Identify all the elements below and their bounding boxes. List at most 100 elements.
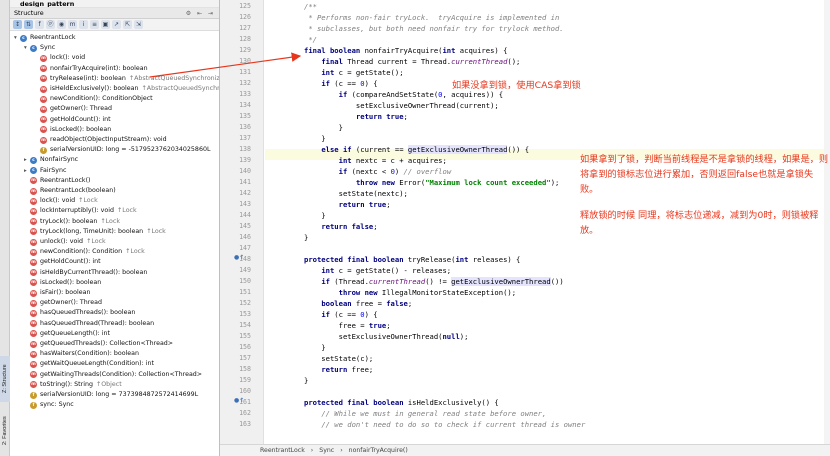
structure-toolbar-button[interactable]: ⇱ [123,20,132,29]
tree-item[interactable]: m newCondition(): ConditionObject [10,94,153,104]
breadcrumb-item[interactable]: ReentrantLock [260,447,305,454]
tree-item[interactable]: m toString(): String ↑Object [10,380,122,390]
code-line[interactable]: final Thread current = Thread.currentThr… [304,56,520,67]
tree-item-origin: ↑Object [95,380,122,388]
tree-item[interactable]: m isFair(): boolean [10,288,90,298]
tree-item[interactable]: m lockInterruptibly(): void ↑Lock [10,206,137,216]
code-line[interactable]: throw new IllegalMonitorStateException()… [304,287,516,298]
code-line[interactable]: return true; [304,111,408,122]
tree-item[interactable]: f sync: Sync [10,400,74,410]
tree-item[interactable]: m isLocked(): boolean [10,278,101,288]
tree-item[interactable]: m hasWaiters(Condition): boolean [10,349,139,359]
structure-toolbar-button[interactable]: m [68,20,77,29]
tree-item[interactable]: m tryRelease(int): boolean ↑AbstractQueued… [10,74,219,84]
structure-toolbar-button[interactable]: f [35,20,44,29]
structure-toolbar-button[interactable]: i [79,20,88,29]
code-line[interactable]: free = true; [304,320,391,331]
class-icon: c [30,167,37,175]
code-line[interactable]: if (c == 0) { [304,78,377,89]
code-line[interactable]: return true; [304,199,391,210]
code-line[interactable]: } [304,122,343,133]
code-line[interactable]: */ [304,34,317,45]
code-line[interactable]: if (Thread.currentThread() != getExclusi… [304,276,564,287]
tree-item[interactable]: m lock(): void ↑Lock [10,196,98,206]
tree-item[interactable]: m isHeldByCurrentThread(): boolean [10,268,147,278]
tree-item[interactable]: m hasQueuedThreads(): boolean [10,308,135,318]
code-line[interactable]: } [304,133,325,144]
tree-item[interactable]: m tryLock(): boolean ↑Lock [10,217,120,227]
tree-item[interactable]: m isHeldExclusively(): boolean ↑AbstractQu… [10,84,219,94]
code-line[interactable]: throw new Error("Maximum lock count exce… [304,177,559,188]
tree-item[interactable]: m readObject(ObjectInputStream): void [10,135,167,145]
tree-item[interactable]: m nonfairTryAcquire(int): boolean [10,63,148,74]
code-line[interactable]: setState(c); [304,353,373,364]
tree-item[interactable]: m getWaitQueueLength(Condition): int [10,359,154,369]
structure-toolbar-button[interactable]: ⇅ [24,20,33,29]
tree-item[interactable]: ▾ c Sync [10,43,55,53]
override-marker-icon[interactable]: ●↑ [234,397,244,404]
code-line[interactable]: setExclusiveOwnerThread(current); [304,100,499,111]
tree-item[interactable]: m getHoldCount(): int [10,257,101,267]
code-line[interactable]: int c = getState() - releases; [304,265,451,276]
favorites-side-tab[interactable]: 2: Favorites [0,410,10,452]
structure-toolbar-button[interactable]: ↕ [13,20,22,29]
code-line[interactable]: } [304,232,308,243]
code-line[interactable]: } [304,210,325,221]
panel-settings-icon[interactable]: ⚙ ⇤ ⇥ [186,8,219,18]
tree-item[interactable]: ▾ c ReentrantLock [10,33,76,43]
project-row[interactable]: design_pattern [10,0,219,8]
tree-item[interactable]: m getWaitingThreads(Condition): Collectio… [10,370,202,380]
code-line[interactable]: if (c == 0) { [304,309,377,320]
structure-toolbar-button[interactable]: ⇲ [134,20,143,29]
structure-toolbar-button[interactable]: ≡ [90,20,99,29]
code-line[interactable]: if (nextc < 0) // overflow [304,166,452,177]
tree-item[interactable]: m getQueueLength(): int [10,329,110,339]
structure-toolbar-button[interactable]: ↗ [112,20,121,29]
structure-toolbar-button[interactable]: ◉ [57,20,66,29]
code-line[interactable]: * Performs non-fair tryLock. tryAcquire … [304,12,559,23]
field-icon: f [30,401,37,409]
breadcrumb-item[interactable]: nonfairTryAcquire() [349,447,408,454]
structure-toolbar-button[interactable]: ▣ [101,20,110,29]
breadcrumb-bar: ReentrantLock › Sync › nonfairTryAcquire() [220,444,830,456]
breadcrumb-item[interactable]: Sync [319,447,334,454]
code-line[interactable]: * subclasses, but both need nonfair try … [304,23,563,34]
code-line[interactable]: return free; [304,364,373,375]
tree-item[interactable]: m unlock(): void ↑Lock [10,237,106,247]
code-line[interactable]: setExclusiveOwnerThread(null); [304,331,469,342]
code-line[interactable]: // we don't need to do so to check if cu… [304,419,585,430]
structure-toolbar-button[interactable]: ⓟ [46,20,55,29]
code-line[interactable]: return false; [304,221,377,232]
tree-item[interactable]: m ReentrantLock() [10,176,90,186]
tree-item[interactable]: m getQueuedThreads(): Collection<Thread> [10,339,173,349]
code-line[interactable]: protected final boolean isHeldExclusivel… [304,397,499,408]
code-line[interactable]: boolean free = false; [304,298,412,309]
tree-item[interactable]: m tryLock(long, TimeUnit): boolean ↑Lock [10,227,166,237]
code-line[interactable]: final boolean nonfairTryAcquire(int acqu… [304,45,507,56]
code-line[interactable]: int nextc = c + acquires; [304,155,447,166]
code-line[interactable]: } [304,342,325,353]
code-line[interactable]: /** [304,1,317,12]
tree-item[interactable]: m getOwner(): Thread [10,104,112,114]
tree-item[interactable]: m lock(): void [10,53,85,63]
tree-item[interactable]: ▸ c NonfairSync [10,155,78,165]
code-line[interactable]: protected final boolean tryRelease(int r… [304,254,520,265]
tree-item[interactable]: m hasQueuedThread(Thread): boolean [10,319,154,329]
code-line[interactable]: else if (current == getExclusiveOwnerThr… [304,144,529,155]
tree-item[interactable]: m newCondition(): Condition ↑Lock [10,247,145,257]
tree-item[interactable]: m isLocked(): boolean [10,125,111,135]
tree-item[interactable]: m getHoldCount(): int [10,115,111,125]
tree-item[interactable]: f serialVersionUID: long = -5179523762034… [10,145,210,155]
code-line[interactable]: int c = getState(); [304,67,403,78]
tree-item-label: isLocked(): boolean [50,125,112,133]
code-line[interactable]: setState(nextc); [304,188,408,199]
tree-item[interactable]: m getOwner(): Thread [10,298,102,308]
tree-item[interactable]: ▸ c FairSync [10,166,66,176]
code-line[interactable]: // While we must in general read state b… [304,408,546,419]
code-line[interactable]: } [304,375,308,386]
structure-side-tab[interactable]: Z: Structure [0,356,10,402]
tree-item[interactable]: f serialVersionUID: long = 73739848725724… [10,390,198,400]
method-icon: m [40,65,47,73]
override-marker-icon[interactable]: ●↑ [234,254,244,261]
tree-item[interactable]: m ReentrantLock(boolean) [10,186,116,196]
